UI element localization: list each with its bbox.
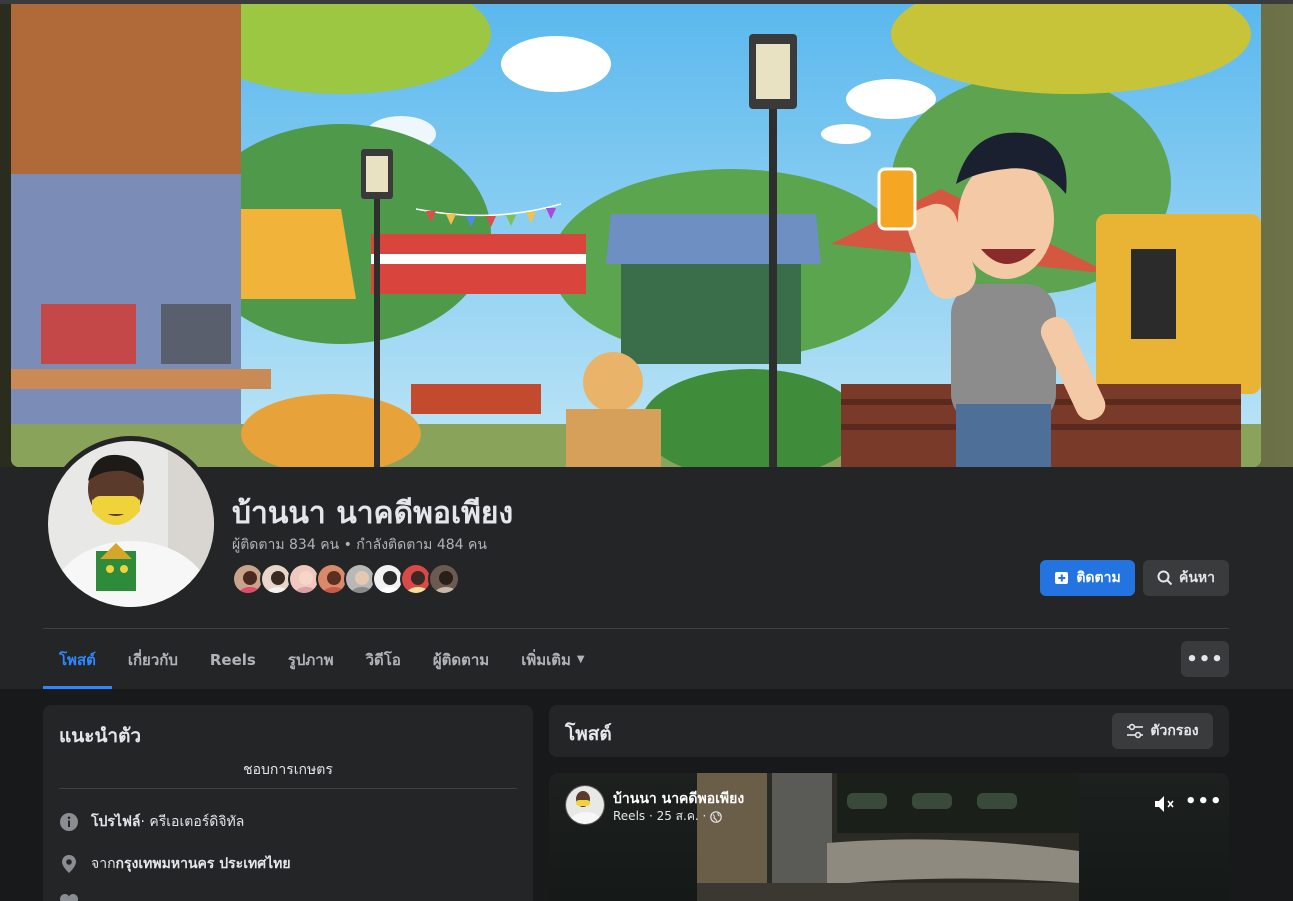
heart-icon: [59, 893, 79, 901]
search-icon: [1157, 570, 1173, 586]
reel-more-button[interactable]: •••: [1185, 791, 1223, 812]
follow-plus-icon: [1055, 572, 1069, 584]
cover-area: [0, 0, 1293, 470]
tab-about[interactable]: เกี่ยวกับ: [112, 630, 194, 689]
tab-posts[interactable]: โพสต์: [43, 630, 112, 689]
location-link[interactable]: กรุงเทพมหานคร ประเทศไทย: [116, 853, 291, 875]
intro-profile-row: โปรไฟล์ · ครีเอเตอร์ดิจิทัล: [59, 811, 244, 833]
intro-relationship-row: [59, 893, 91, 901]
posts-title: โพสต์: [565, 723, 612, 745]
profile-tabs: โพสต์ เกี่ยวกับ Reels รูปภาพ วิดีโอ ผู้ต…: [43, 630, 601, 689]
reel-video[interactable]: [697, 773, 1079, 901]
search-button[interactable]: ค้นหา: [1143, 560, 1229, 596]
search-label: ค้นหา: [1178, 570, 1216, 586]
cover-photo[interactable]: [11, 4, 1261, 467]
profile-type-label: โปรไฟล์: [91, 814, 141, 830]
filter-button[interactable]: ตัวกรอง: [1112, 713, 1213, 749]
posts-header: โพสต์ ตัวกรอง: [549, 705, 1229, 757]
follow-button[interactable]: ติดตาม: [1040, 560, 1135, 596]
globe-icon: [710, 810, 723, 823]
filter-icon: [1127, 723, 1144, 739]
reel-post[interactable]: บ้านนา นาคดีพอเพียง Reels · 25 ส.ค. · ••…: [549, 773, 1229, 901]
tab-photos[interactable]: รูปภาพ: [272, 630, 350, 689]
tab-followers[interactable]: ผู้ติดตาม: [417, 630, 505, 689]
follower-avatar[interactable]: [428, 563, 460, 595]
reel-author-avatar[interactable]: [565, 785, 605, 825]
header-divider: [43, 628, 1229, 629]
caret-down-icon: ▼: [576, 654, 585, 665]
info-icon: [59, 812, 79, 832]
tab-more[interactable]: เพิ่มเติม ▼: [505, 630, 600, 689]
mute-button[interactable]: [1153, 793, 1177, 819]
intro-divider: [59, 788, 517, 789]
tab-videos[interactable]: วิดีโอ: [350, 630, 417, 689]
intro-card: แนะนำตัว ชอบการเกษตร โปรไฟล์ · ครีเอเตอร…: [43, 705, 533, 901]
profile-name: บ้านนา นาคดีพอเพียง: [232, 496, 514, 531]
intro-title: แนะนำตัว: [59, 725, 142, 747]
location-prefix: จาก: [91, 856, 116, 872]
mute-icon: [1155, 796, 1174, 812]
follower-avatars[interactable]: [232, 563, 460, 597]
profile-avatar[interactable]: [48, 441, 214, 607]
location-pin-icon: [59, 854, 79, 874]
tab-reels[interactable]: Reels: [194, 630, 272, 689]
top-bar-strip: [0, 0, 1293, 4]
intro-bio: ชอบการเกษตร: [243, 762, 333, 778]
profile-type-value: · ครีเอเตอร์ดิจิทัล: [140, 814, 245, 830]
reel-meta: Reels · 25 ส.ค. ·: [613, 807, 723, 826]
follower-stats[interactable]: ผู้ติดตาม 834 คน • กำลังติดตาม 484 คน: [232, 534, 487, 556]
intro-location-row: จาก กรุงเทพมหานคร ประเทศไทย: [59, 853, 291, 875]
reel-meta-text[interactable]: Reels · 25 ส.ค. ·: [613, 807, 706, 826]
more-options-button[interactable]: •••: [1181, 641, 1229, 677]
filter-label: ตัวกรอง: [1150, 723, 1199, 739]
follow-label: ติดตาม: [1076, 570, 1121, 586]
